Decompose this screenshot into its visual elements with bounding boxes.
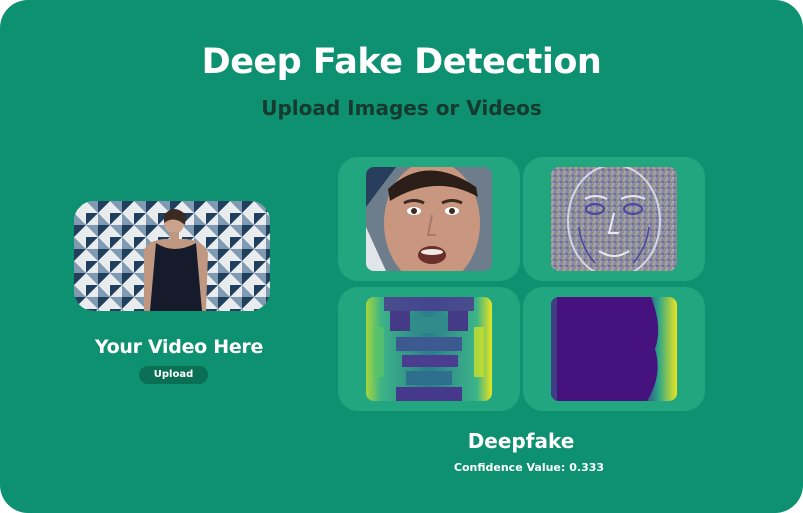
tile-face-crop	[338, 157, 520, 281]
edge-map-image	[551, 167, 677, 271]
main-card: Deep Fake Detection Upload Images or Vid…	[0, 0, 803, 513]
face-crop-image	[366, 167, 492, 271]
upload-button[interactable]: Upload	[139, 366, 208, 384]
confidence-label: Confidence Value:	[453, 461, 566, 474]
video-frame-image	[74, 201, 270, 311]
heatmap-image	[366, 297, 492, 401]
tile-activation-map	[523, 287, 705, 411]
video-placeholder-label: Your Video Here	[94, 336, 264, 358]
tile-edge-map	[523, 157, 705, 281]
activation-map-image	[551, 297, 677, 401]
tile-attention-heatmap	[338, 287, 520, 411]
video-preview[interactable]	[74, 201, 270, 311]
confidence-readout: Confidence Value: 0.333	[338, 461, 720, 474]
page-subtitle: Upload Images or Videos	[261, 96, 542, 120]
detection-result: Deepfake	[467, 429, 575, 453]
confidence-value: 0.333	[569, 461, 605, 474]
page-title: Deep Fake Detection	[201, 42, 602, 82]
